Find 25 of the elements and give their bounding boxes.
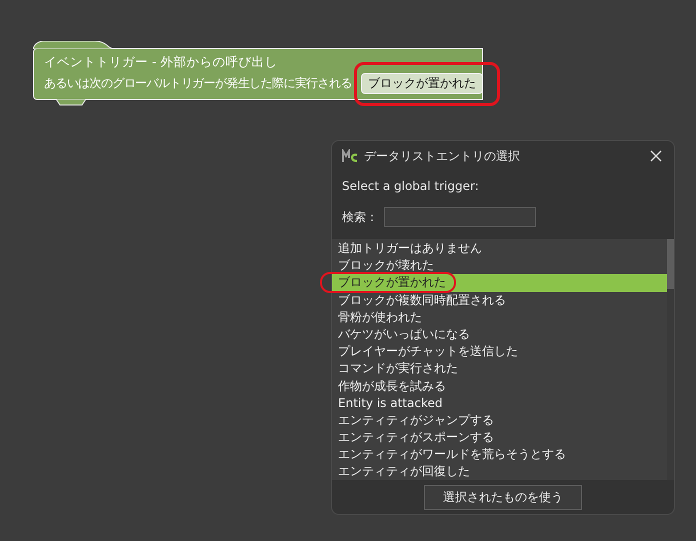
dialog-title: データリストエントリの選択 — [364, 148, 521, 164]
block-title: イベントトリガー - 外部からの呼び出し — [44, 53, 278, 71]
list-item[interactable]: ブロックが置かれた — [332, 274, 667, 292]
trigger-dropdown[interactable]: ブロックが置かれた — [360, 73, 483, 94]
list-item[interactable]: ブロックが複数同時配置される — [332, 292, 667, 309]
scrollbar[interactable] — [667, 239, 674, 480]
block-text: あるいは次のグローバルトリガーが発生した際に実行される — [44, 75, 352, 92]
use-selected-button[interactable]: 選択されたものを使う — [424, 484, 582, 510]
search-field[interactable] — [384, 207, 536, 227]
list-item[interactable]: 追加トリガーはありません — [332, 240, 667, 258]
list-item[interactable]: エンティティがジャンプする — [332, 412, 667, 430]
list-item[interactable]: コマンドが実行された — [332, 360, 667, 378]
app-logo-icon — [342, 149, 358, 163]
list-item[interactable]: エンティティがワールドを荒らそうとする — [332, 446, 667, 464]
list-item[interactable]: 骨粉が使われた — [332, 308, 667, 326]
list-item[interactable]: ブロックが壊れた — [332, 257, 667, 274]
prompt-text: Select a global trigger: — [341, 178, 480, 195]
list-item[interactable]: Entity is attacked — [332, 394, 667, 412]
list-item[interactable]: バケツがいっぱいになる — [332, 326, 667, 344]
list-item[interactable]: エンティティがスポーンする — [332, 429, 667, 446]
close-icon[interactable] — [650, 150, 662, 162]
search-label: 検索： — [342, 208, 378, 226]
list-item[interactable]: 作物が成長を試みる — [332, 378, 667, 395]
list-item[interactable]: エンティティが回復した — [332, 463, 667, 481]
list-item[interactable]: プレイヤーがチャットを送信した — [332, 343, 667, 360]
